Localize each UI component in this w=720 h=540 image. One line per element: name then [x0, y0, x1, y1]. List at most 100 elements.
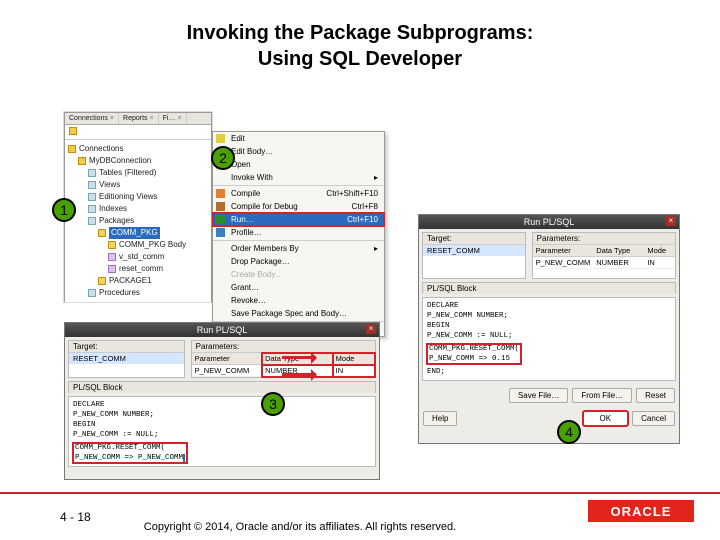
menu-invoke-with[interactable]: Invoke With▸: [213, 171, 384, 184]
folder-icon: [88, 169, 96, 177]
menu-save-spec[interactable]: Save Package Spec and Body…: [213, 307, 384, 320]
plsql-block-header: PL/SQL Block: [422, 282, 676, 294]
code-line: COMM_PKG.RESET_COMM(: [429, 344, 519, 354]
callout-arrow: [282, 373, 316, 376]
param-col-mode: Mode: [333, 353, 375, 365]
help-button[interactable]: Help: [423, 411, 457, 426]
params-header: Parameters:: [533, 233, 675, 245]
dialog-titlebar: Run PL/SQL×: [419, 215, 679, 229]
code-line: END;: [427, 367, 671, 377]
profile-icon: [216, 228, 225, 237]
menu-drop-package[interactable]: Drop Package…: [213, 255, 384, 268]
step-marker-3: 3: [261, 392, 285, 416]
menu-profile[interactable]: Profile…: [213, 226, 384, 239]
tab-fi[interactable]: Fi…×: [159, 113, 187, 124]
code-line: P_NEW_COMM := NULL;: [73, 430, 371, 440]
from-file-button[interactable]: From File…: [572, 388, 632, 403]
tree-v-std-comm[interactable]: v_std_comm: [68, 251, 208, 263]
tree-indexes[interactable]: Indexes: [68, 203, 208, 215]
close-icon[interactable]: ×: [150, 115, 154, 122]
connections-tabs: Connections× Reports× Fi…×: [65, 113, 211, 125]
folder-icon: [88, 193, 96, 201]
plus-icon[interactable]: [69, 127, 77, 135]
param-name: P_NEW_COMM: [533, 257, 594, 269]
ok-button[interactable]: OK: [583, 411, 629, 426]
folder-icon: [88, 289, 96, 297]
tree-packages[interactable]: Packages: [68, 215, 208, 227]
tab-reports[interactable]: Reports×: [119, 113, 159, 124]
param-col-datatype: Data Type: [593, 245, 644, 257]
plsql-code[interactable]: DECLARE P_NEW_COMM NUMBER; BEGIN P_NEW_C…: [68, 396, 376, 467]
close-icon[interactable]: ×: [110, 115, 114, 122]
close-icon[interactable]: ×: [177, 115, 181, 122]
code-call-highlighted: COMM_PKG.RESET_COMM( P_NEW_COMM => P_NEW…: [73, 443, 187, 463]
title-line2: Using SQL Developer: [0, 46, 720, 72]
tree-reset-comm[interactable]: reset_comm: [68, 263, 208, 275]
menu-revoke[interactable]: Revoke…: [213, 294, 384, 307]
target-header: Target:: [69, 341, 184, 353]
tree-db[interactable]: MyDBConnection: [68, 155, 208, 167]
tree-comm-pkg-body[interactable]: COMM_PKG Body: [68, 239, 208, 251]
folder-icon: [88, 217, 96, 225]
code-line: P_NEW_COMM := NULL;: [427, 331, 671, 341]
compile-icon: [216, 189, 225, 198]
code-line: DECLARE: [73, 400, 371, 410]
menu-edit[interactable]: Edit: [213, 132, 384, 145]
package-context-menu: Edit Edit Body… Open Invoke With▸ Compil…: [212, 131, 385, 337]
code-line: DECLARE: [427, 301, 671, 311]
cancel-button[interactable]: Cancel: [632, 411, 675, 426]
menu-open[interactable]: Open: [213, 158, 384, 171]
run-plsql-dialog-confirmed: Run PL/SQL× Target: RESET_COMM Parameter…: [418, 214, 680, 444]
param-name: P_NEW_COMM: [192, 365, 263, 377]
package-icon: [108, 241, 116, 249]
edit-icon: [216, 134, 225, 143]
menu-edit-body[interactable]: Edit Body…: [213, 145, 384, 158]
menu-create-body: Create Body…: [213, 268, 384, 281]
connections-tree: Connections MyDBConnection Tables (Filte…: [65, 140, 211, 302]
code-line: COMM_PKG.RESET_COMM(: [75, 443, 185, 453]
tab-connections[interactable]: Connections×: [65, 113, 119, 124]
close-icon[interactable]: ×: [666, 216, 676, 226]
connections-panel: Connections× Reports× Fi…× Connections M…: [64, 112, 212, 302]
connections-icon: [68, 145, 76, 153]
target-header: Target:: [423, 233, 525, 245]
menu-compile[interactable]: CompileCtrl+Shift+F10: [213, 187, 384, 200]
code-line: P_NEW_COMM => P_NEW_COMM: [75, 453, 185, 463]
tree-views[interactable]: Views: [68, 179, 208, 191]
target-value[interactable]: RESET_COMM: [423, 245, 525, 256]
procedure-icon: [108, 265, 116, 273]
folder-icon: [88, 205, 96, 213]
tree-tables[interactable]: Tables (Filtered): [68, 167, 208, 179]
slide-title: Invoking the Package Subprograms: Using …: [0, 20, 720, 72]
code-line: P_NEW_COMM => 0.15: [429, 354, 519, 364]
param-col-mode: Mode: [644, 245, 675, 257]
param-mode: IN: [644, 257, 675, 269]
code-line: BEGIN: [73, 420, 371, 430]
title-line1: Invoking the Package Subprograms:: [0, 20, 720, 46]
dialog-titlebar: Run PL/SQL×: [65, 323, 379, 337]
menu-compile-debug[interactable]: Compile for DebugCtrl+F8: [213, 200, 384, 213]
reset-button[interactable]: Reset: [636, 388, 675, 403]
menu-separator: [213, 240, 384, 241]
tree-root[interactable]: Connections: [68, 143, 208, 155]
callout-arrow: [282, 356, 316, 359]
run-icon: [216, 215, 225, 224]
close-icon[interactable]: ×: [366, 324, 376, 334]
target-value[interactable]: RESET_COMM: [69, 353, 184, 364]
code-line: BEGIN: [427, 321, 671, 331]
menu-order-members[interactable]: Order Members By▸: [213, 242, 384, 255]
tree-editioning[interactable]: Editioning Views: [68, 191, 208, 203]
highlighted-param: [183, 454, 185, 462]
tree-comm-pkg[interactable]: COMM_PKG: [68, 227, 208, 239]
tree-package1[interactable]: PACKAGE1: [68, 275, 208, 287]
menu-grant[interactable]: Grant…: [213, 281, 384, 294]
plsql-block-header: PL/SQL Block: [68, 381, 376, 393]
save-file-button[interactable]: Save File…: [509, 388, 568, 403]
plsql-code[interactable]: DECLARE P_NEW_COMM NUMBER; BEGIN P_NEW_C…: [422, 297, 676, 381]
tree-procedures[interactable]: Procedures: [68, 287, 208, 299]
param-type: NUMBER: [593, 257, 644, 269]
step-marker-2: 2: [211, 146, 235, 170]
menu-run[interactable]: Run…Ctrl+F10: [213, 213, 384, 226]
code-line: P_NEW_COMM NUMBER;: [427, 311, 671, 321]
code-line: P_NEW_COMM NUMBER;: [73, 410, 371, 420]
